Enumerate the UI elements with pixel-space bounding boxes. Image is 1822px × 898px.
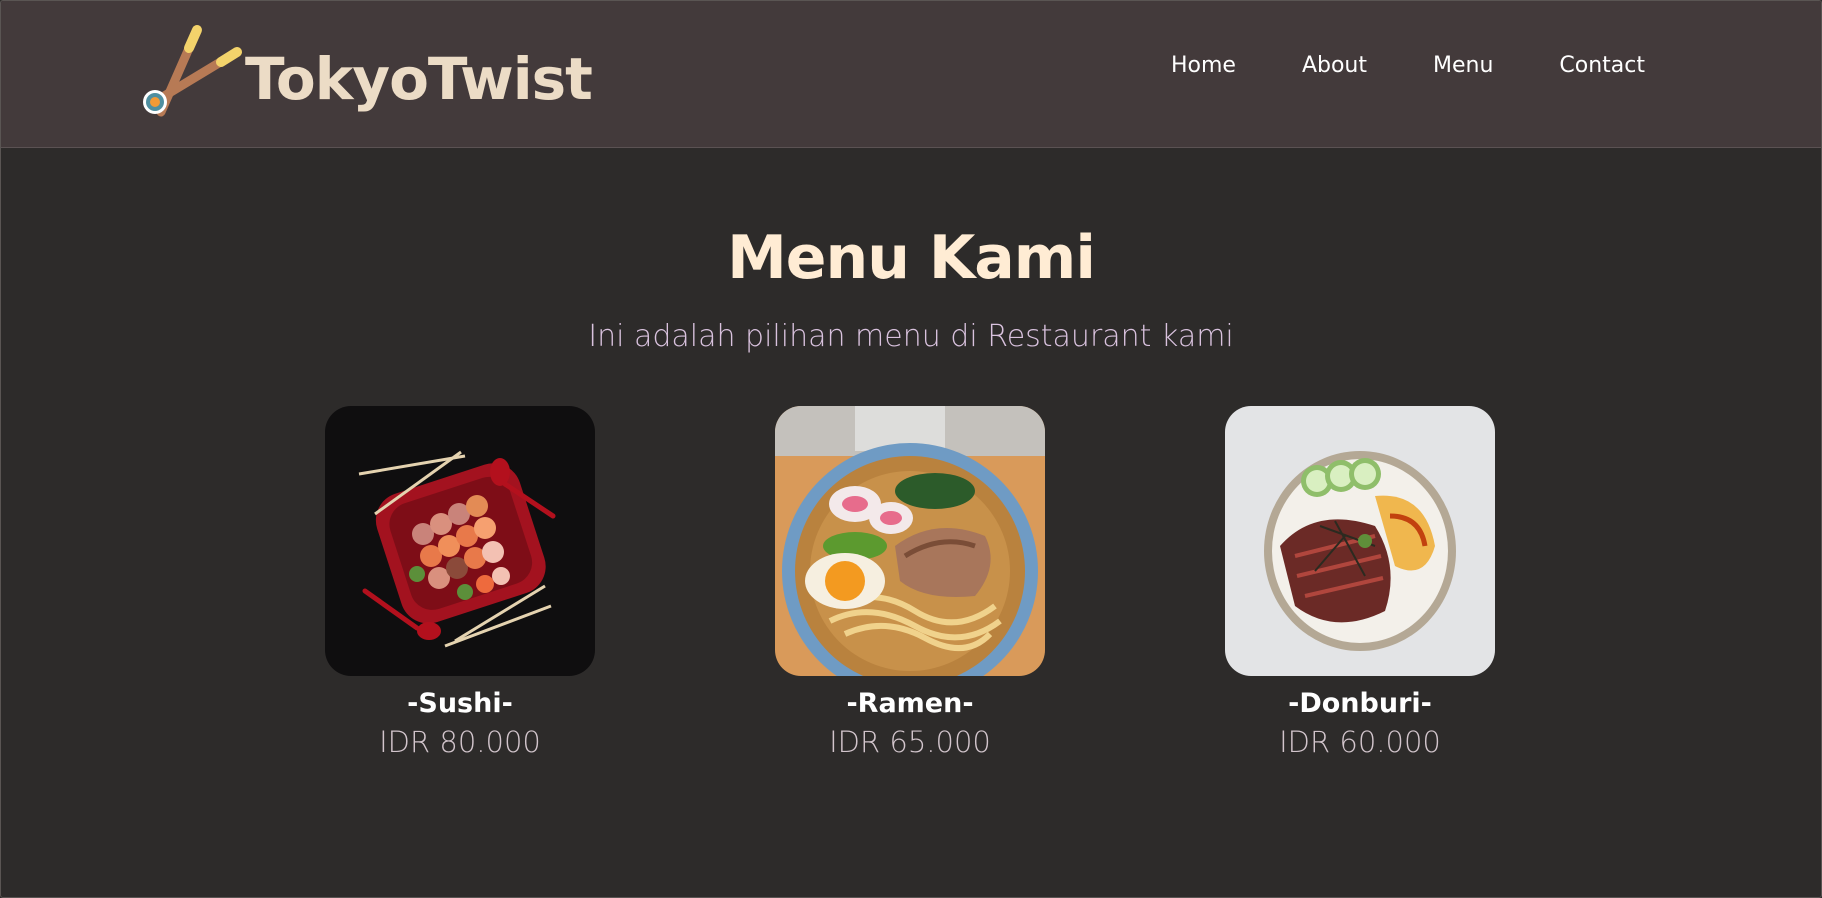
nav-link-about[interactable]: About xyxy=(1302,53,1367,78)
brand-name: TokyoTwist xyxy=(245,45,593,113)
site-header: TokyoTwist Home About Menu Contact xyxy=(1,1,1821,148)
menu-item-price: IDR 65.000 xyxy=(829,725,991,759)
nav-link-home[interactable]: Home xyxy=(1171,53,1236,78)
page-frame: TokyoTwist Home About Menu Contact Menu … xyxy=(0,0,1822,898)
page-title: Menu Kami xyxy=(727,223,1096,293)
menu-item-name: -Sushi- xyxy=(407,688,513,719)
chopsticks-sushi-icon xyxy=(143,25,242,117)
sushi-platter-image xyxy=(325,406,595,676)
page-subtitle: Ini adalah pilihan menu di Restaurant ka… xyxy=(588,319,1234,354)
nav-link-menu[interactable]: Menu xyxy=(1433,53,1493,78)
menu-card-ramen: -Ramen- IDR 65.000 xyxy=(775,406,1045,759)
brand-logo-link[interactable]: TokyoTwist xyxy=(139,13,593,131)
main-nav: Home About Menu Contact xyxy=(1171,53,1645,78)
menu-item-price: IDR 60.000 xyxy=(1279,725,1441,759)
menu-item-price: IDR 80.000 xyxy=(379,725,541,759)
menu-card-donburi: -Donburi- IDR 60.000 xyxy=(1225,406,1495,759)
menu-item-name: -Ramen- xyxy=(846,688,974,719)
menu-card-sushi: -Sushi- IDR 80.000 xyxy=(325,406,595,759)
nav-link-contact[interactable]: Contact xyxy=(1559,53,1645,78)
menu-item-name: -Donburi- xyxy=(1288,688,1432,719)
ramen-bowl-image xyxy=(775,406,1045,676)
donburi-bowl-image xyxy=(1225,406,1495,676)
